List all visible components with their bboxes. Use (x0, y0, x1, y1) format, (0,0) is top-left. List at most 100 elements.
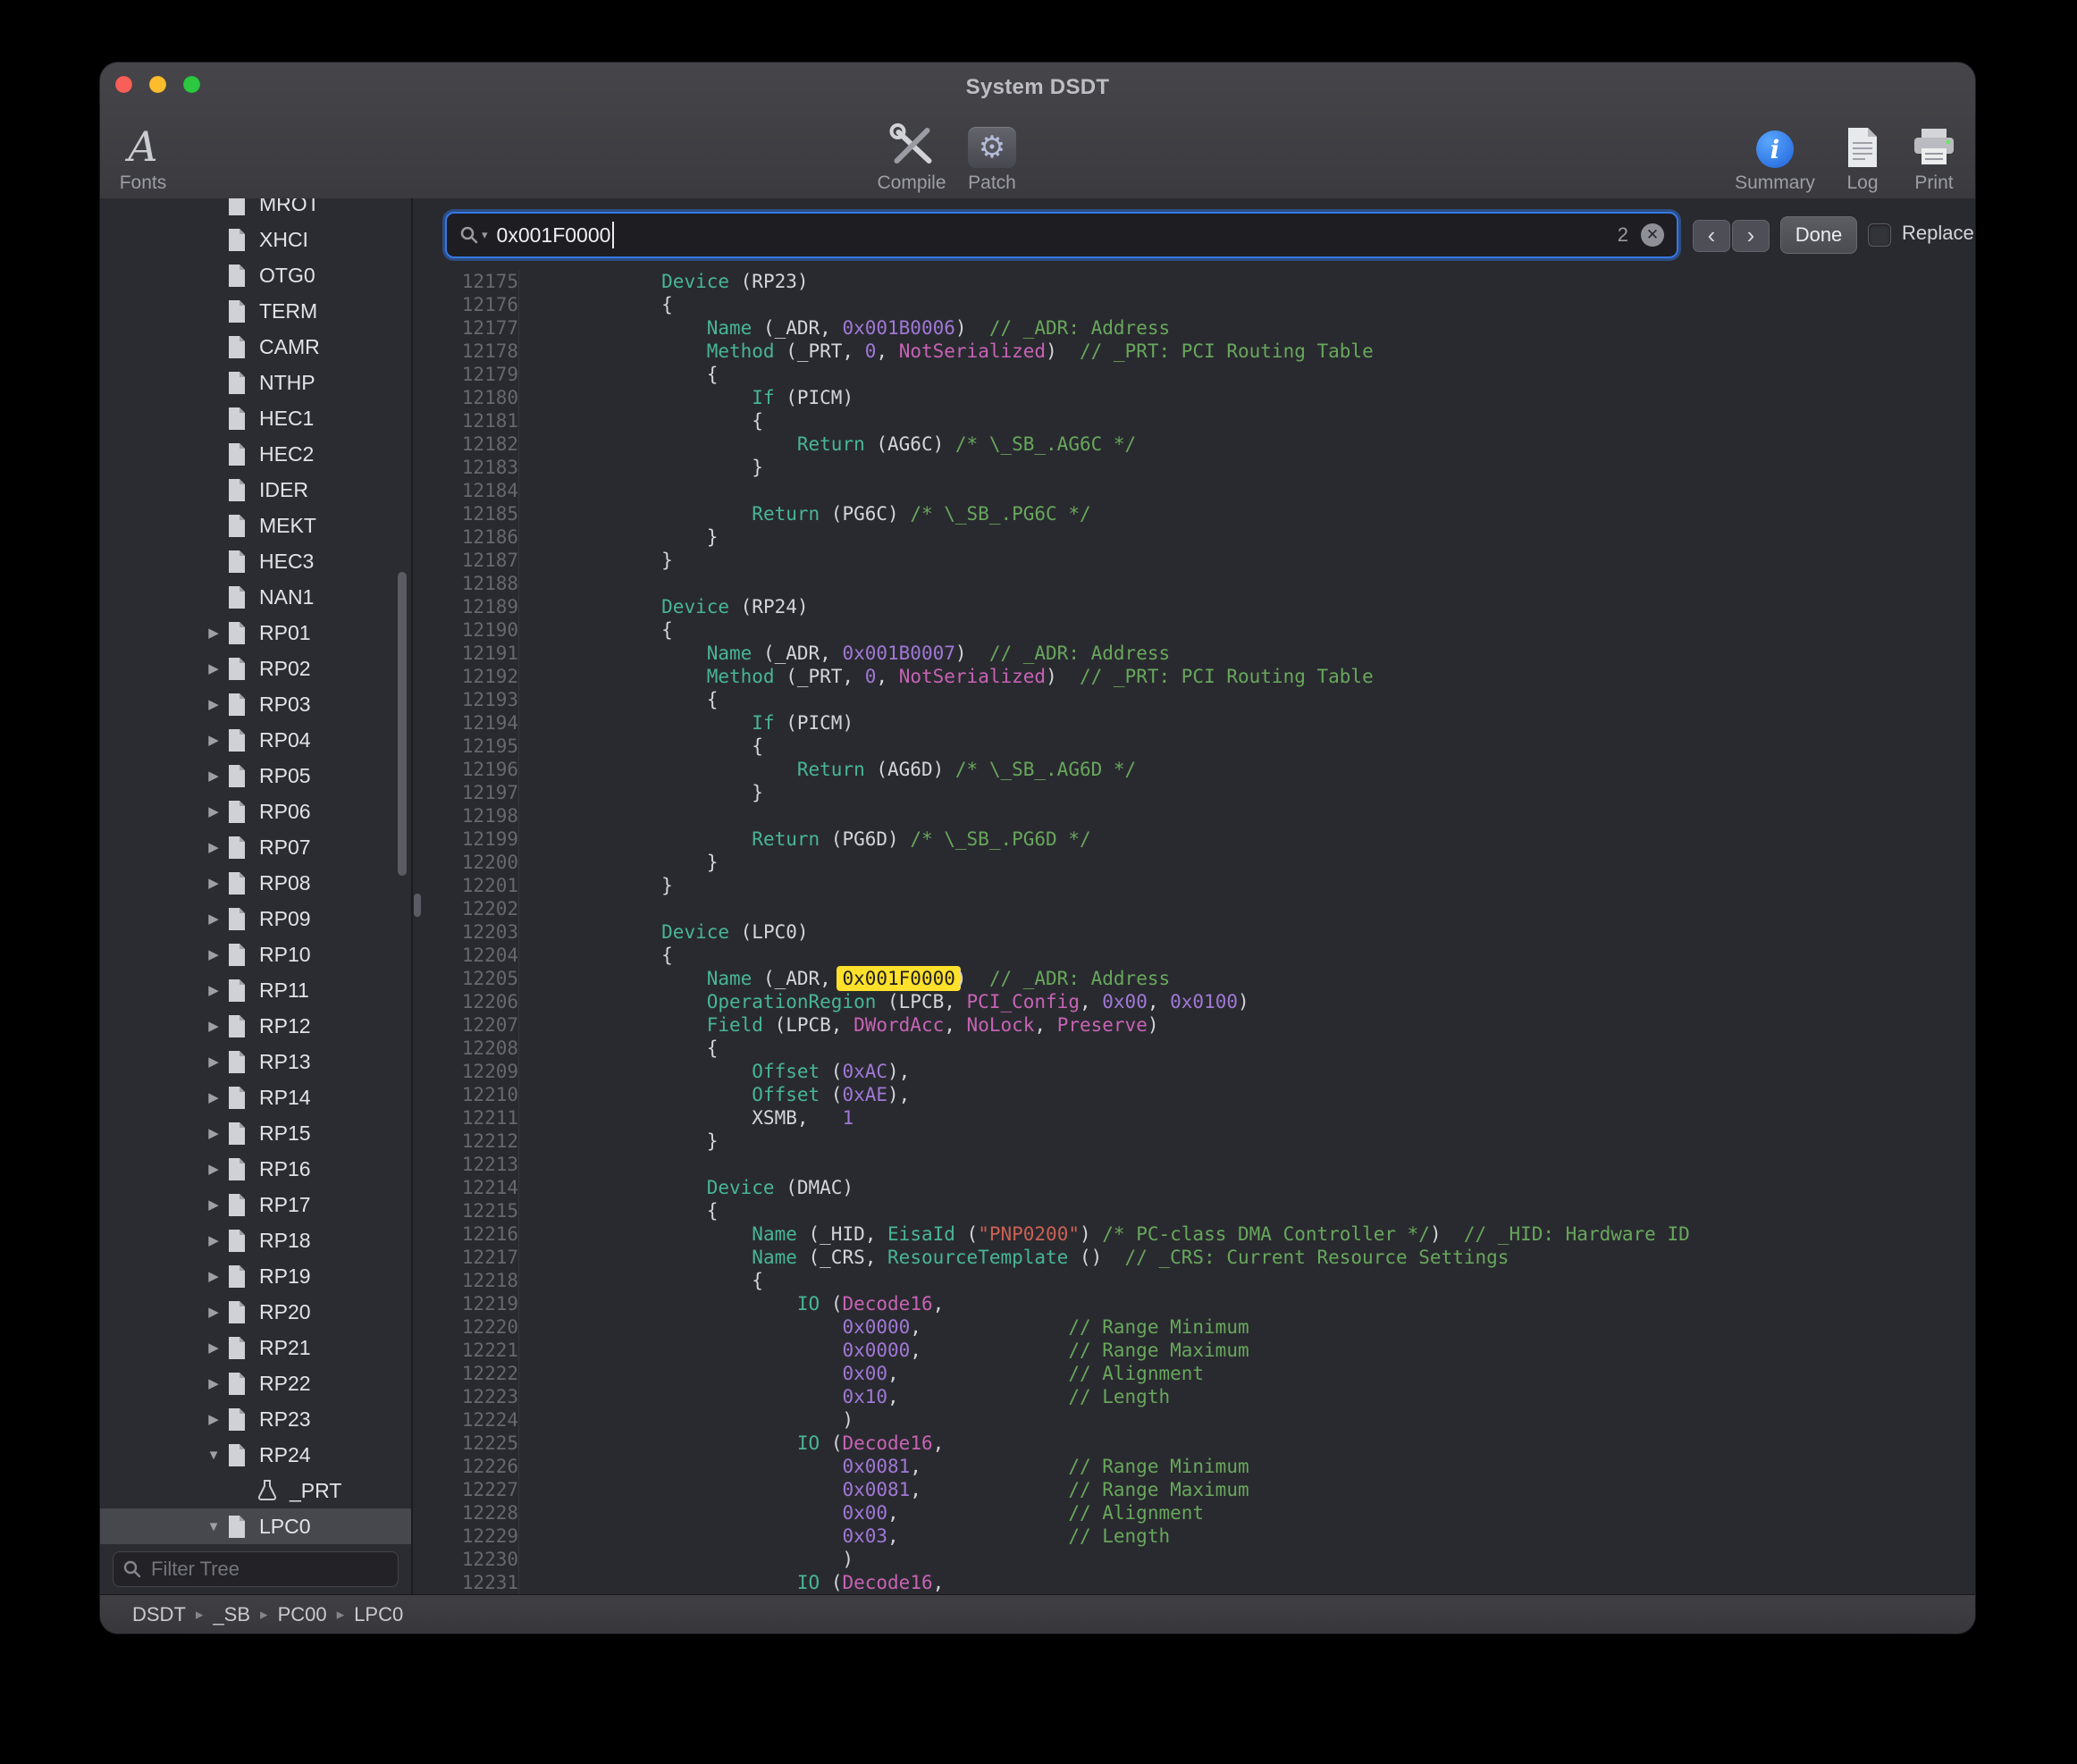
sidebar-item-rp23[interactable]: ▶RP23 (100, 1401, 411, 1437)
breadcrumb-item-dsdt[interactable]: DSDT (132, 1603, 186, 1626)
disclosure-expanded-icon[interactable]: ▼ (200, 1448, 227, 1463)
disclosure-collapsed-icon[interactable]: ▶ (200, 803, 227, 819)
disclosure-collapsed-icon[interactable]: ▶ (200, 732, 227, 748)
sidebar-item-rp13[interactable]: ▶RP13 (100, 1044, 411, 1079)
sidebar-item-rp16[interactable]: ▶RP16 (100, 1151, 411, 1187)
sidebar-item-rp11[interactable]: ▶RP11 (100, 972, 411, 1008)
sidebar-item-rp14[interactable]: ▶RP14 (100, 1079, 411, 1115)
disclosure-collapsed-icon[interactable]: ▶ (200, 1161, 227, 1177)
editor-pane[interactable]: ▾ 0x001F0000 2 ✕ ‹ › Done Replace 12175 … (413, 198, 1975, 1594)
document-icon (227, 800, 247, 824)
line-number: 12219 (413, 1292, 518, 1315)
replace-checkbox[interactable] (1868, 223, 1891, 247)
disclosure-collapsed-icon[interactable]: ▶ (200, 1304, 227, 1320)
disclosure-collapsed-icon[interactable]: ▶ (200, 1054, 227, 1070)
sidebar-item-rp15[interactable]: ▶RP15 (100, 1115, 411, 1151)
patch-button[interactable]: ⚙ Patch (968, 122, 1016, 194)
breadcrumb-separator-icon: ▸ (337, 1606, 345, 1624)
fonts-button[interactable]: A Fonts (120, 122, 167, 194)
log-button[interactable]: Log (1846, 122, 1879, 194)
find-previous-button[interactable]: ‹ (1693, 220, 1730, 252)
summary-button[interactable]: i Summary (1735, 122, 1815, 194)
disclosure-collapsed-icon[interactable]: ▶ (200, 1411, 227, 1427)
disclosure-collapsed-icon[interactable]: ▶ (200, 625, 227, 641)
sidebar-item-rp20[interactable]: ▶RP20 (100, 1294, 411, 1330)
splitter-handle[interactable] (414, 894, 421, 917)
disclosure-collapsed-icon[interactable]: ▶ (200, 1268, 227, 1284)
code-line: 12176 { (413, 293, 1975, 316)
sidebar-item-camr[interactable]: CAMR (100, 329, 411, 365)
disclosure-collapsed-icon[interactable]: ▶ (200, 946, 227, 962)
breadcrumb-item-pc00[interactable]: PC00 (278, 1603, 327, 1626)
breadcrumb-item-_sb[interactable]: _SB (213, 1603, 250, 1626)
sidebar-item-rp05[interactable]: ▶RP05 (100, 758, 411, 794)
code-line: 12218 { (413, 1269, 1975, 1292)
disclosure-collapsed-icon[interactable]: ▶ (200, 696, 227, 712)
sidebar-item-hec3[interactable]: HEC3 (100, 543, 411, 579)
clear-search-button[interactable]: ✕ (1641, 223, 1664, 247)
disclosure-collapsed-icon[interactable]: ▶ (200, 768, 227, 784)
disclosure-collapsed-icon[interactable]: ▶ (200, 660, 227, 676)
sidebar-item-label: CAMR (259, 335, 320, 359)
sidebar-item-rp22[interactable]: ▶RP22 (100, 1365, 411, 1401)
sidebar-item-rp02[interactable]: ▶RP02 (100, 651, 411, 686)
search-icon (122, 1559, 142, 1579)
disclosure-collapsed-icon[interactable]: ▶ (200, 1232, 227, 1248)
method-icon (257, 1479, 277, 1502)
compile-button[interactable]: Compile (877, 122, 946, 194)
document-icon (227, 299, 247, 323)
sidebar-item-_prt[interactable]: _PRT (100, 1473, 411, 1508)
code-lines[interactable]: 12175 Device (RP23)12176 {12177 Name (_A… (413, 270, 1975, 1594)
line-number: 12190 (413, 618, 518, 642)
sidebar-item-rp06[interactable]: ▶RP06 (100, 794, 411, 829)
sidebar-item-rp24[interactable]: ▼RP24 (100, 1437, 411, 1473)
sidebar-item-rp09[interactable]: ▶RP09 (100, 901, 411, 937)
sidebar-item-nthp[interactable]: NTHP (100, 365, 411, 400)
sidebar-item-rp19[interactable]: ▶RP19 (100, 1258, 411, 1294)
disclosure-collapsed-icon[interactable]: ▶ (200, 1089, 227, 1105)
disclosure-collapsed-icon[interactable]: ▶ (200, 1018, 227, 1034)
search-input[interactable]: ▾ 0x001F0000 2 ✕ (445, 212, 1678, 258)
sidebar-item-otg0[interactable]: OTG0 (100, 257, 411, 293)
sidebar-item-mekt[interactable]: MEKT (100, 508, 411, 543)
disclosure-collapsed-icon[interactable]: ▶ (200, 911, 227, 927)
disclosure-collapsed-icon[interactable]: ▶ (200, 982, 227, 998)
sidebar-item-ider[interactable]: IDER (100, 472, 411, 508)
sidebar-item-hec1[interactable]: HEC1 (100, 400, 411, 436)
filter-input[interactable] (149, 1557, 389, 1582)
disclosure-collapsed-icon[interactable]: ▶ (200, 1340, 227, 1356)
search-menu-icon[interactable]: ▾ (459, 225, 488, 245)
disclosure-collapsed-icon[interactable]: ▶ (200, 875, 227, 891)
disclosure-collapsed-icon[interactable]: ▶ (200, 839, 227, 855)
sidebar-item-rp08[interactable]: ▶RP08 (100, 865, 411, 901)
sidebar-item-rp03[interactable]: ▶RP03 (100, 686, 411, 722)
filter-tree-field[interactable] (113, 1551, 399, 1587)
sidebar-item-rp21[interactable]: ▶RP21 (100, 1330, 411, 1365)
sidebar-item-rp17[interactable]: ▶RP17 (100, 1187, 411, 1222)
disclosure-collapsed-icon[interactable]: ▶ (200, 1125, 227, 1141)
search-match-highlight: 0x001F0000 (837, 966, 960, 991)
find-next-button[interactable]: › (1732, 220, 1770, 252)
sidebar-item-nan1[interactable]: NAN1 (100, 579, 411, 615)
sidebar-item-hec2[interactable]: HEC2 (100, 436, 411, 472)
sidebar-item-mrot[interactable]: MROT (100, 198, 411, 222)
disclosure-collapsed-icon[interactable]: ▶ (200, 1197, 227, 1213)
print-button[interactable]: Print (1913, 122, 1955, 194)
sidebar-item-rp18[interactable]: ▶RP18 (100, 1222, 411, 1258)
disclosure-collapsed-icon[interactable]: ▶ (200, 1375, 227, 1391)
sidebar-scrollbar[interactable] (398, 572, 407, 876)
breadcrumb-item-lpc0[interactable]: LPC0 (354, 1603, 403, 1626)
sidebar-item-term[interactable]: TERM (100, 293, 411, 329)
code-line: 12223 0x10, // Length (413, 1385, 1975, 1408)
sidebar-item-rp12[interactable]: ▶RP12 (100, 1008, 411, 1044)
document-icon (227, 907, 247, 931)
sidebar-item-rp10[interactable]: ▶RP10 (100, 937, 411, 972)
sidebar-item-xhci[interactable]: XHCI (100, 222, 411, 257)
document-icon (227, 943, 247, 967)
disclosure-expanded-icon[interactable]: ▼ (200, 1519, 227, 1534)
sidebar-item-rp01[interactable]: ▶RP01 (100, 615, 411, 651)
done-button[interactable]: Done (1780, 216, 1857, 254)
sidebar-item-rp04[interactable]: ▶RP04 (100, 722, 411, 758)
sidebar-item-lpc0[interactable]: ▼LPC0 (100, 1508, 411, 1544)
sidebar-item-rp07[interactable]: ▶RP07 (100, 829, 411, 865)
